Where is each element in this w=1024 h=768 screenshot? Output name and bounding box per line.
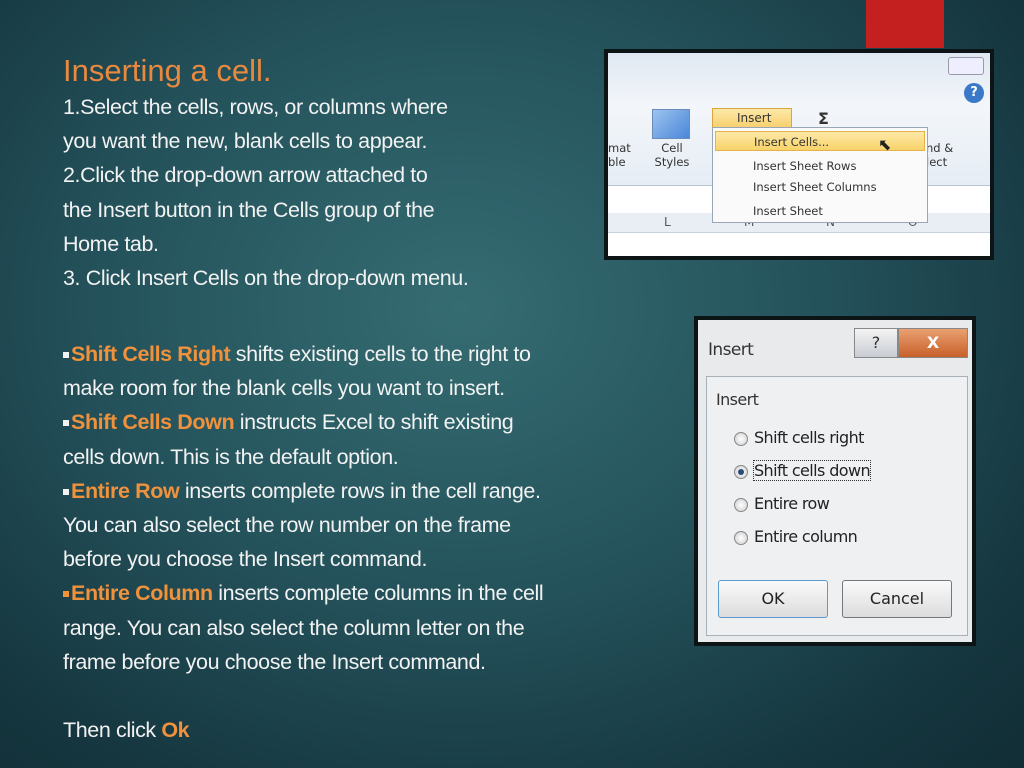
- menu-item-insert-rows: Insert Sheet Rows: [753, 159, 857, 173]
- find-select-label: nd & lect: [926, 141, 954, 169]
- autosum-icon: Σ: [818, 109, 829, 128]
- cancel-button: Cancel: [842, 580, 952, 618]
- closing-ok: Ok: [161, 718, 190, 743]
- decorative-red-bar: [866, 0, 944, 48]
- option-desc: cells down. This is the default option.: [63, 444, 399, 469]
- close-button: X: [898, 328, 968, 358]
- closing-line: Then click Ok: [63, 713, 543, 747]
- option-desc: You can also select the row number on th…: [63, 513, 511, 538]
- option-desc: before you choose the Insert command.: [63, 547, 428, 572]
- help-button: ?: [854, 328, 898, 358]
- format-table-label: mat ble: [608, 141, 631, 169]
- cursor-icon: ⬉: [878, 135, 892, 154]
- insert-button: Insert: [712, 108, 792, 128]
- bullet-icon: [63, 420, 69, 427]
- insert-dialog-screenshot: Insert ? X Insert Shift cells right Shif…: [694, 316, 976, 646]
- bullet-icon: [63, 488, 69, 495]
- bullet-icon: [63, 352, 69, 358]
- menu-item-insert-cells: Insert Cells...: [715, 131, 925, 151]
- option-term: Shift Cells Right: [71, 342, 231, 366]
- closing-text: Then click: [63, 718, 162, 743]
- option-desc: range. You can also select the column le…: [63, 615, 525, 640]
- radio-shift-down: [734, 465, 748, 479]
- group-label: Insert: [716, 390, 759, 409]
- option-desc: frame before you choose the Insert comma…: [63, 649, 486, 674]
- step-line: you want the new, blank cells to appear.: [63, 129, 428, 154]
- option-desc: shifts existing cells to the right to: [230, 342, 531, 366]
- options-text: Shift Cells Right shifts existing cells …: [63, 337, 544, 747]
- radio-entire-column: [734, 531, 748, 545]
- option-term: Entire Row: [71, 478, 180, 503]
- option-desc: inserts complete rows in the cell range.: [179, 478, 541, 503]
- option-desc: make room for the blank cells you want t…: [63, 376, 505, 401]
- option-desc: inserts complete columns in the cell: [212, 581, 544, 606]
- step-line: 2.Click the drop-down arrow attached to: [63, 163, 428, 188]
- slide-title: Inserting a cell.: [63, 53, 272, 88]
- option-desc: instructs Excel to shift existing: [234, 410, 514, 435]
- option-term: Entire Column: [71, 581, 213, 606]
- step-line: the Insert button in the Cells group of …: [63, 197, 435, 222]
- column-header: L: [664, 215, 671, 229]
- menu-item-insert-columns: Insert Sheet Columns: [753, 180, 877, 194]
- menu-item-insert-sheet: Insert Sheet: [753, 204, 823, 218]
- radio-label: Entire column: [754, 527, 858, 546]
- insert-dropdown-menu: Insert Cells... Insert Sheet Rows Insert…: [712, 127, 928, 223]
- cell-styles-label: Cell Styles: [654, 141, 690, 169]
- step-line: Home tab.: [63, 231, 159, 256]
- radio-shift-right: [734, 432, 748, 446]
- radio-label: Shift cells right: [754, 428, 864, 447]
- excel-ribbon-screenshot: ? mat ble Cell Styles Σ nd & lect Insert…: [604, 49, 994, 260]
- step-line: 3. Click Insert Cells on the drop-down m…: [63, 266, 469, 291]
- radio-label: Shift cells down: [753, 460, 871, 481]
- minimize-button: [948, 57, 984, 75]
- ok-button: OK: [718, 580, 828, 618]
- step-line: 1.Select the cells, rows, or columns whe…: [63, 95, 448, 119]
- steps-text: 1.Select the cells, rows, or columns whe…: [63, 90, 469, 295]
- cell-styles-icon: [652, 109, 690, 139]
- help-icon: ?: [964, 83, 984, 103]
- radio-label: Entire row: [754, 494, 830, 513]
- bullet-icon: [63, 591, 69, 598]
- radio-entire-row: [734, 498, 748, 512]
- option-term: Shift Cells Down: [71, 410, 235, 435]
- dialog-title: Insert: [708, 340, 754, 360]
